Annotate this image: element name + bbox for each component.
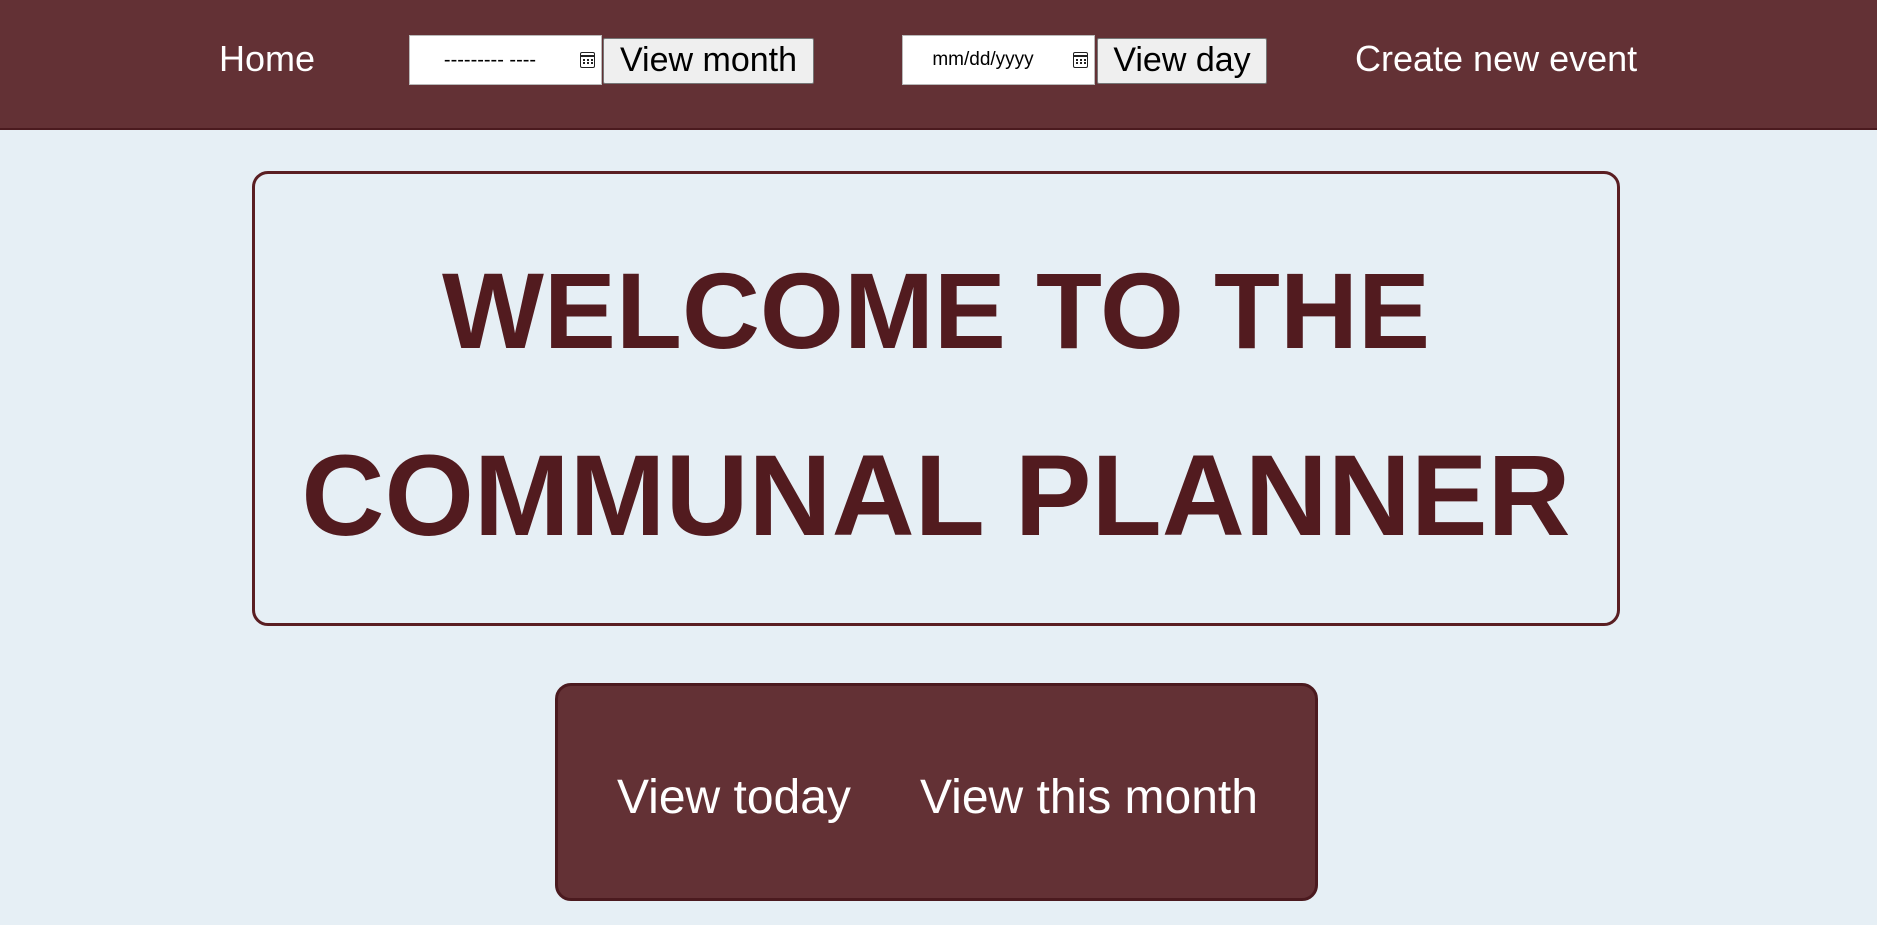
top-nav-bar: Home --------- ---- View month mm/dd/yyy… — [0, 0, 1877, 130]
calendar-icon[interactable] — [1073, 52, 1088, 68]
calendar-icon[interactable] — [580, 52, 595, 68]
view-today-link[interactable]: View today — [617, 771, 851, 825]
welcome-banner: WELCOME TO THE COMMUNAL PLANNER — [252, 171, 1620, 626]
month-input-value: --------- ---- — [443, 49, 537, 71]
quick-actions-panel: View today View this month — [555, 683, 1318, 901]
welcome-title-line-1: WELCOME TO THE — [442, 250, 1430, 371]
day-input-value: mm/dd/yyyy — [932, 49, 1034, 70]
create-event-link[interactable]: Create new event — [1355, 39, 1637, 79]
view-month-button[interactable]: View month — [603, 38, 814, 84]
day-input[interactable]: mm/dd/yyyy — [902, 35, 1095, 85]
welcome-title-line-2: COMMUNAL PLANNER — [301, 432, 1571, 560]
home-link[interactable]: Home — [219, 39, 315, 79]
view-this-month-link[interactable]: View this month — [920, 771, 1258, 825]
view-day-button[interactable]: View day — [1097, 38, 1267, 84]
month-input[interactable]: --------- ---- — [409, 35, 602, 85]
